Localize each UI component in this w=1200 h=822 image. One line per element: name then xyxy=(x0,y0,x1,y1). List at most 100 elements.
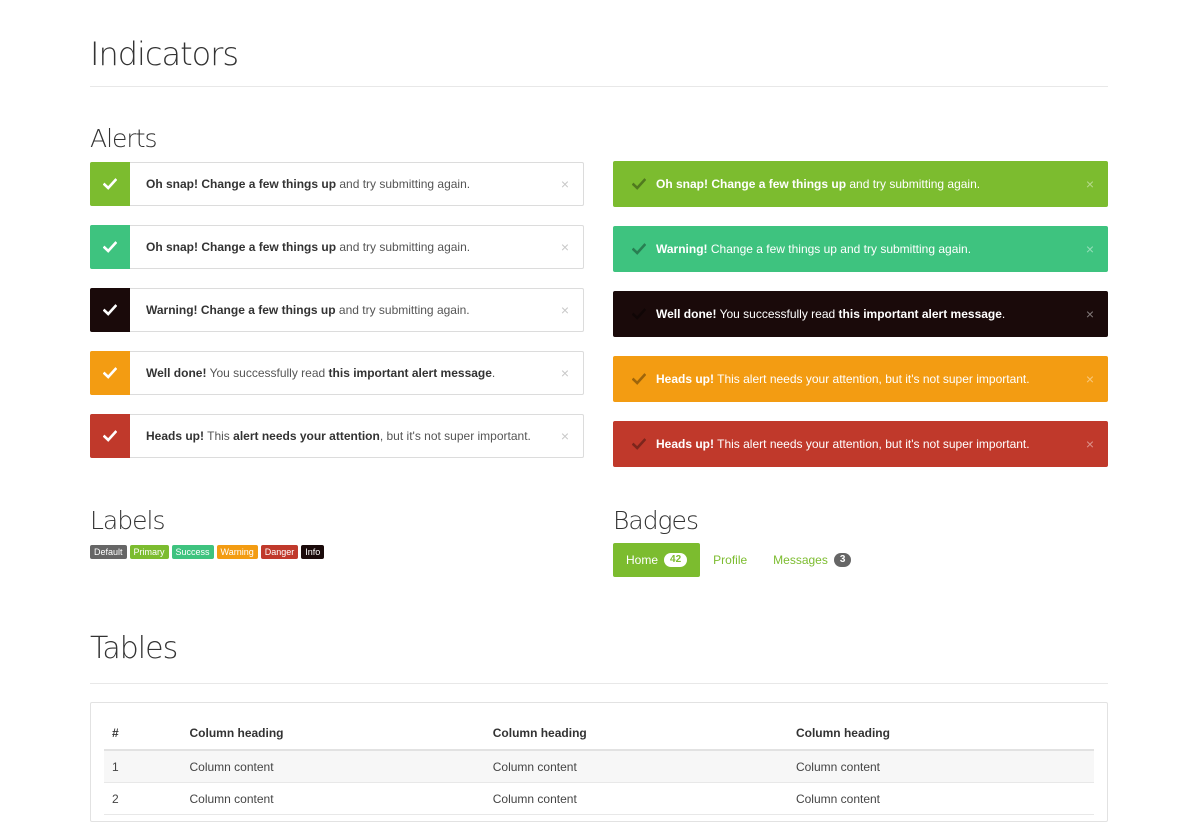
alert-message: Well done! You successfully read this im… xyxy=(130,366,547,380)
column-heading: Column heading xyxy=(181,717,485,751)
alert-message: Heads up! This alert needs your attentio… xyxy=(130,429,547,443)
table-cell: Column content xyxy=(787,750,1094,783)
filled-alert: Well done! You successfully read this im… xyxy=(613,291,1108,337)
check-icon xyxy=(103,367,117,379)
close-icon[interactable]: × xyxy=(547,302,583,318)
divider xyxy=(90,683,1108,684)
table-header-row: # Column heading Column heading Column head… xyxy=(104,717,1094,751)
alert-message: Heads up! This alert needs your attentio… xyxy=(650,437,1072,451)
alert-icon-box xyxy=(90,351,130,395)
alert-text: This xyxy=(204,429,234,443)
nav-pill-messages[interactable]: Messages 3 xyxy=(760,543,864,577)
column-heading: Column heading xyxy=(787,717,1094,751)
tables-heading: Tables xyxy=(90,631,178,666)
badge-count: 42 xyxy=(664,553,688,567)
alert-message: Oh snap! Change a few things up and try … xyxy=(130,177,547,191)
table-body: 1 Column content Column content Column cont… xyxy=(104,750,1094,815)
outline-alert: Heads up! This alert needs your attentio… xyxy=(90,414,584,458)
badges-heading: Badges xyxy=(613,506,699,535)
alert-strong: Well done! xyxy=(656,307,717,321)
table-cell: 1 xyxy=(104,750,182,783)
close-icon[interactable]: × xyxy=(1072,371,1108,387)
label-danger: Danger xyxy=(260,545,299,559)
alert-text: and try submitting again. xyxy=(336,177,471,191)
close-icon[interactable]: × xyxy=(1072,306,1108,322)
alert-message: Oh snap! Change a few things up and try … xyxy=(650,177,1072,191)
table-cell: Column content xyxy=(484,750,788,783)
alert-strong: Oh snap! xyxy=(656,177,709,191)
check-icon xyxy=(103,430,117,442)
alert-strong: Warning! xyxy=(656,242,708,256)
check-icon xyxy=(632,373,646,385)
alert-text: This alert needs your attention, but it'… xyxy=(714,372,1030,386)
table-cell: Column content xyxy=(181,782,485,815)
table-cell: Column content xyxy=(181,750,485,783)
badge-count: 3 xyxy=(833,553,852,567)
alert-icon-box xyxy=(90,414,130,458)
alert-icon xyxy=(628,308,650,320)
alert-strong: Change a few things up xyxy=(200,303,336,317)
alert-strong: this important alert message xyxy=(328,366,492,380)
check-icon xyxy=(632,438,646,450)
table-row: 1 Column content Column content Column cont… xyxy=(104,750,1094,783)
alert-icon xyxy=(628,178,650,190)
check-icon xyxy=(103,241,117,253)
label-primary: Primary xyxy=(129,545,169,559)
badge-nav: Home 42 Profile Messages 3 xyxy=(613,543,864,577)
label-default: Default xyxy=(90,545,127,559)
alert-strong: Warning! xyxy=(146,303,198,317)
alerts-heading: Alerts xyxy=(90,124,158,153)
table-cell: 2 xyxy=(104,782,182,815)
alert-strong: Heads up! xyxy=(656,372,715,386)
nav-pill-label: Profile xyxy=(713,553,748,567)
alert-icon xyxy=(628,438,650,450)
outline-alert: Well done! You successfully read this im… xyxy=(90,351,584,395)
alert-icon xyxy=(628,243,650,255)
nav-pill-label: Messages xyxy=(773,553,828,567)
alert-text: This alert needs your attention, but it'… xyxy=(714,437,1030,451)
label-success: Success xyxy=(171,545,214,559)
nav-pill-home[interactable]: Home 42 xyxy=(613,543,701,577)
alert-text: . xyxy=(491,366,496,380)
alert-text: and try submitting again. xyxy=(335,303,470,317)
alert-strong: Change a few things up xyxy=(201,240,337,254)
alert-text: and try submitting again. xyxy=(846,177,981,191)
filled-alert: Warning! Change a few things up and try … xyxy=(613,226,1108,272)
alert-message: Oh snap! Change a few things up and try … xyxy=(130,240,547,254)
alert-message: Warning! Change a few things up and try … xyxy=(130,303,547,317)
filled-alert: Oh snap! Change a few things up and try … xyxy=(613,161,1108,207)
alert-strong: Oh snap! xyxy=(146,177,199,191)
divider xyxy=(90,86,1108,87)
alert-icon-box xyxy=(90,288,130,332)
alert-message: Warning! Change a few things up and try … xyxy=(650,242,1072,256)
alert-icon xyxy=(628,373,650,385)
check-icon xyxy=(103,304,117,316)
labels-heading: Labels xyxy=(90,506,165,535)
close-icon[interactable]: × xyxy=(547,239,583,255)
close-icon[interactable]: × xyxy=(547,176,583,192)
close-icon[interactable]: × xyxy=(1072,436,1108,452)
column-heading: # xyxy=(104,717,182,751)
data-table: # Column heading Column heading Column head… xyxy=(104,717,1094,815)
label-info: Info xyxy=(301,545,325,559)
alert-text: and try submitting again. xyxy=(336,240,471,254)
nav-pill-profile[interactable]: Profile xyxy=(700,543,760,577)
alert-strong: Heads up! xyxy=(146,429,205,443)
nav-pill-label: Home xyxy=(626,553,659,567)
close-icon[interactable]: × xyxy=(547,428,583,444)
alert-message: Heads up! This alert needs your attentio… xyxy=(650,372,1072,386)
check-icon xyxy=(632,243,646,255)
table-cell: Column content xyxy=(787,782,1094,815)
alert-strong: Change a few things up xyxy=(201,177,337,191)
alert-text: . xyxy=(1001,307,1006,321)
alert-strong: this important alert message xyxy=(838,307,1002,321)
table-panel: # Column heading Column heading Column head… xyxy=(90,702,1108,822)
outline-alert: Oh snap! Change a few things up and try … xyxy=(90,225,584,269)
outline-alert: Warning! Change a few things up and try … xyxy=(90,288,584,332)
close-icon[interactable]: × xyxy=(1072,241,1108,257)
alert-strong: Well done! xyxy=(146,366,207,380)
alert-strong: Change a few things up xyxy=(711,177,847,191)
close-icon[interactable]: × xyxy=(1072,176,1108,192)
alert-icon-box xyxy=(90,225,130,269)
close-icon[interactable]: × xyxy=(547,365,583,381)
